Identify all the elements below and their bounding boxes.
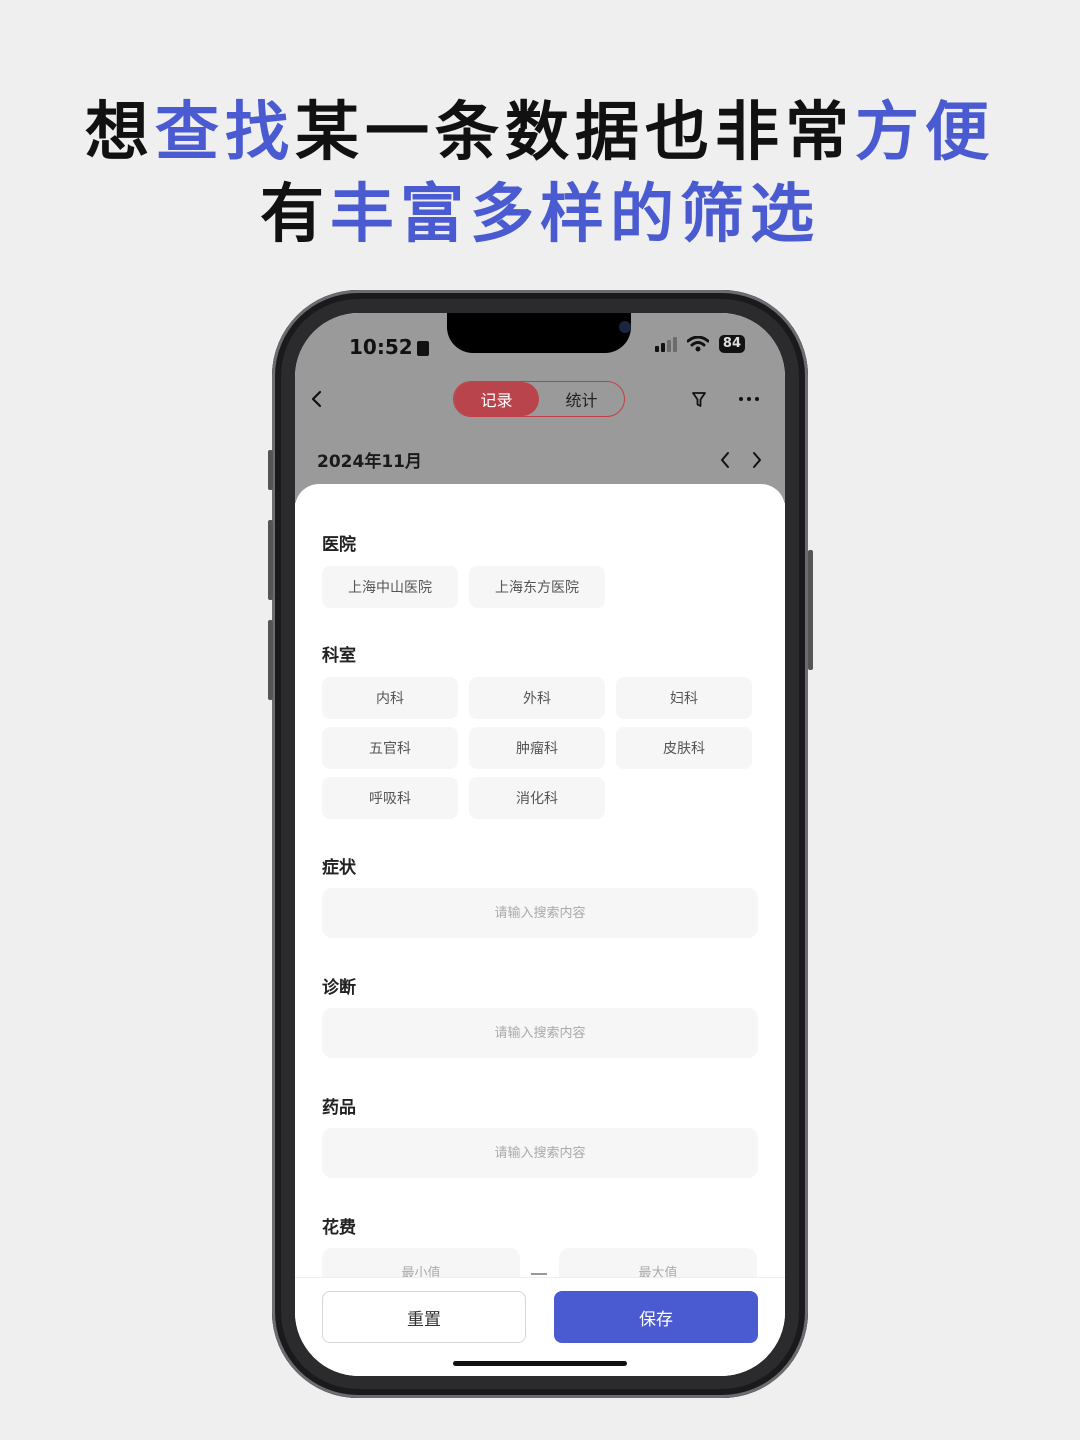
reset-button[interactable]: 重置	[322, 1291, 526, 1343]
section-title-hospital: 医院	[322, 535, 356, 555]
chip-hospital[interactable]: 上海中山医院	[322, 566, 458, 608]
camera-icon	[619, 321, 631, 333]
chip-department[interactable]: 五官科	[322, 727, 458, 769]
save-button[interactable]: 保存	[554, 1291, 758, 1343]
chip-hospital[interactable]: 上海东方医院	[469, 566, 605, 608]
chip-department[interactable]: 妇科	[616, 677, 752, 719]
symptom-search-input[interactable]	[322, 888, 758, 938]
chevron-left-icon[interactable]	[309, 389, 325, 409]
headline-highlight: 丰富多样的筛选	[330, 178, 820, 252]
more-icon[interactable]	[739, 397, 759, 401]
tab-statistics[interactable]: 统计	[539, 382, 624, 416]
chevron-left-icon[interactable]	[719, 451, 731, 469]
power-button	[808, 550, 813, 670]
section-title-symptom: 症状	[322, 858, 356, 878]
status-time: 10:52	[349, 335, 429, 359]
diagnosis-search-input[interactable]	[322, 1008, 758, 1058]
mute-switch	[268, 450, 273, 490]
month-label: 2024年11月	[317, 452, 422, 472]
headline-highlight: 查找	[155, 96, 295, 170]
chip-department[interactable]: 肿瘤科	[469, 727, 605, 769]
view-tabs: 记录 统计	[453, 381, 625, 417]
signal-icon	[654, 336, 677, 352]
headline-text: 想	[85, 96, 155, 170]
section-title-cost: 花费	[322, 1218, 356, 1238]
chip-department[interactable]: 皮肤科	[616, 727, 752, 769]
headline-line-2: 有丰富多样的筛选	[0, 174, 1080, 256]
headline-line-1: 想查找某一条数据也非常方便	[0, 92, 1080, 174]
volume-up-button	[268, 520, 273, 600]
status-icons: 84	[654, 335, 745, 353]
headline-text: 有	[260, 178, 330, 252]
id-card-icon	[416, 341, 429, 356]
headline-text: 某一条数据也非常	[295, 96, 855, 170]
medicine-search-input[interactable]	[322, 1128, 758, 1178]
tab-records[interactable]: 记录	[454, 382, 539, 416]
time-text: 10:52	[349, 335, 413, 359]
section-title-diagnosis: 诊断	[322, 978, 356, 998]
filter-icon[interactable]	[691, 391, 707, 409]
range-separator	[531, 1273, 547, 1275]
home-indicator[interactable]	[453, 1361, 627, 1366]
dimmed-header: 10:52 84 记录 统计 2024年11月	[295, 313, 785, 503]
volume-down-button	[268, 620, 273, 700]
chip-department[interactable]: 外科	[469, 677, 605, 719]
phone-screen: 10:52 84 记录 统计 2024年11月 医院 上海中山医院 上海东方医院…	[295, 313, 785, 1376]
chip-department[interactable]: 呼吸科	[322, 777, 458, 819]
section-title-department: 科室	[322, 646, 356, 666]
chip-department[interactable]: 内科	[322, 677, 458, 719]
chip-department[interactable]: 消化科	[469, 777, 605, 819]
battery-icon: 84	[718, 335, 745, 353]
headline: 想查找某一条数据也非常方便 有丰富多样的筛选	[0, 92, 1080, 256]
wifi-icon	[686, 336, 709, 352]
chevron-right-icon[interactable]	[751, 451, 763, 469]
headline-highlight: 方便	[855, 96, 995, 170]
notch	[447, 313, 631, 353]
filter-sheet: 医院 上海中山医院 上海东方医院 科室 内科 外科 妇科 五官科 肿瘤科 皮肤科…	[295, 484, 785, 1376]
section-title-medicine: 药品	[322, 1098, 356, 1118]
